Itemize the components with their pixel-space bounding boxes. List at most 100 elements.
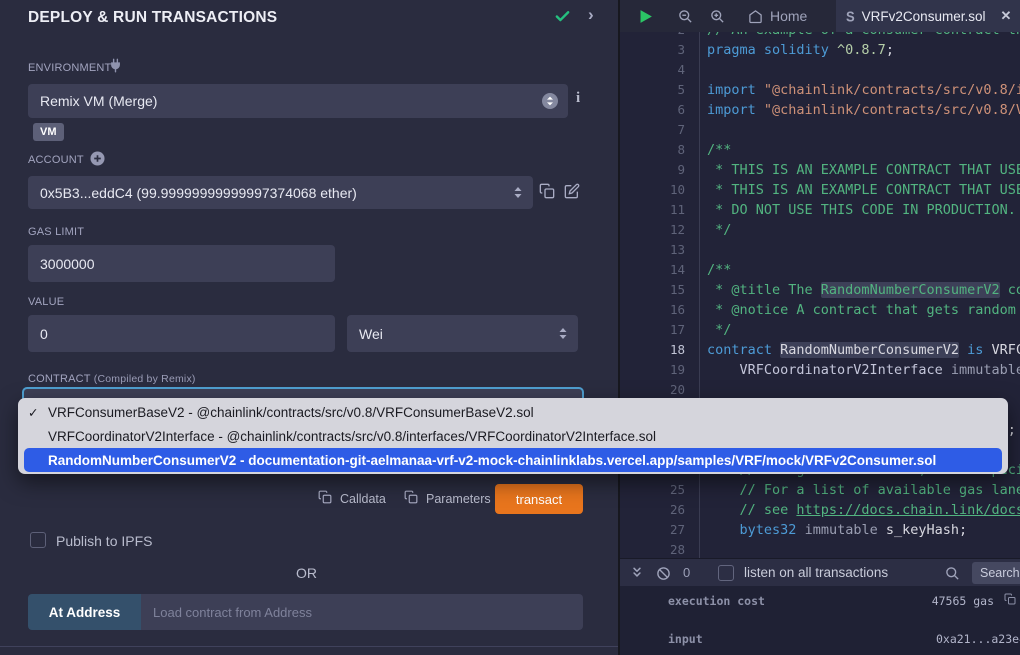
code-line[interactable]: 14/**: [620, 260, 1020, 280]
line-number: 18: [620, 340, 700, 360]
copy-calldata-icon[interactable]: [318, 490, 332, 504]
line-number: 26: [620, 500, 700, 520]
zoom-in-icon[interactable]: [710, 9, 725, 24]
code-line[interactable]: 17 */: [620, 320, 1020, 340]
line-number: 13: [620, 240, 700, 260]
parameters-label[interactable]: Parameters: [426, 492, 491, 506]
compile-success-check-icon: [554, 8, 571, 25]
at-address-button[interactable]: At Address: [28, 594, 141, 630]
zoom-out-icon[interactable]: [678, 9, 693, 24]
option-label: VRFConsumerBaseV2 - @chainlink/contracts…: [48, 405, 534, 420]
publish-ipfs-checkbox[interactable]: [30, 532, 46, 548]
option-label: VRFCoordinatorV2Interface - @chainlink/c…: [48, 429, 656, 444]
code-line[interactable]: 25 // For a list of available gas lanes …: [620, 480, 1020, 500]
code-line[interactable]: 10 * THIS IS AN EXAMPLE CONTRACT THAT US…: [620, 180, 1020, 200]
account-select[interactable]: 0x5B3...eddC4 (99.99999999999997374068 e…: [28, 176, 533, 209]
home-icon: [748, 9, 763, 24]
clear-console-icon[interactable]: [656, 566, 671, 581]
line-number: 8: [620, 140, 700, 160]
contract-dropdown-option[interactable]: ✓VRFConsumerBaseV2 - @chainlink/contract…: [18, 400, 1008, 424]
code-line[interactable]: 16 * @notice A contract that gets random…: [620, 300, 1020, 320]
solidity-file-icon: S: [846, 8, 855, 25]
value-label: VALUE: [28, 296, 64, 308]
code-line[interactable]: 6import "@chainlink/contracts/src/v0.8/V…: [620, 100, 1020, 120]
terminal-row-key: execution cost: [668, 594, 765, 608]
expand-terminal-icon[interactable]: [630, 566, 644, 580]
line-number: 3: [620, 40, 700, 60]
transaction-count: 0: [683, 565, 690, 580]
code-line[interactable]: 7: [620, 120, 1020, 140]
value-unit-select[interactable]: Wei: [347, 315, 578, 352]
copy-account-icon[interactable]: [539, 183, 555, 199]
copy-value-icon[interactable]: [1004, 593, 1016, 605]
code-editor[interactable]: 2// An example of a consumer contract th…: [620, 32, 1020, 558]
tab-vrfv2consumer[interactable]: S VRFv2Consumer.sol ✕: [836, 0, 1020, 32]
line-number: 5: [620, 80, 700, 100]
contract-dropdown-option[interactable]: VRFCoordinatorV2Interface - @chainlink/c…: [18, 424, 1008, 448]
panel-title: DEPLOY & RUN TRANSACTIONS: [28, 9, 277, 27]
code-line[interactable]: 13: [620, 240, 1020, 260]
code-line[interactable]: 3pragma solidity ^0.8.7;: [620, 40, 1020, 60]
at-address-input[interactable]: [141, 594, 583, 630]
line-number: 9: [620, 160, 700, 180]
tab-label: Home: [770, 8, 807, 24]
code-line[interactable]: 12 */: [620, 220, 1020, 240]
environment-info-icon[interactable]: i: [576, 90, 580, 107]
account-value: 0x5B3...eddC4 (99.99999999999997374068 e…: [40, 185, 357, 201]
edit-account-icon[interactable]: [564, 183, 580, 199]
code-line[interactable]: 28: [620, 540, 1020, 558]
line-number: 28: [620, 540, 700, 558]
code-line[interactable]: 2// An example of a consumer contract th…: [620, 32, 1020, 40]
add-account-icon[interactable]: [90, 151, 105, 166]
contract-dropdown-option[interactable]: RandomNumberConsumerV2 - documentation-g…: [24, 448, 1002, 472]
value-input[interactable]: [28, 315, 335, 352]
environment-value: Remix VM (Merge): [40, 93, 157, 109]
code-line[interactable]: 20: [620, 380, 1020, 400]
gas-limit-label: GAS LIMIT: [28, 226, 84, 238]
search-icon: [945, 566, 960, 581]
code-line[interactable]: 19 VRFCoordinatorV2Interface immutable C…: [620, 360, 1020, 380]
updown-arrows-icon: [558, 327, 568, 340]
line-number: 4: [620, 60, 700, 80]
panel-expand-icon[interactable]: ›: [588, 5, 594, 25]
code-line[interactable]: 11 * DO NOT USE THIS CODE IN PRODUCTION.: [620, 200, 1020, 220]
code-line[interactable]: 9 * THIS IS AN EXAMPLE CONTRACT THAT USE…: [620, 160, 1020, 180]
code-line[interactable]: 15 * @title The RandomNumberConsumerV2 c…: [620, 280, 1020, 300]
terminal-search-input[interactable]: [972, 562, 1020, 584]
close-tab-icon[interactable]: ✕: [1000, 8, 1011, 24]
value-unit: Wei: [359, 326, 383, 342]
calldata-label[interactable]: Calldata: [340, 492, 386, 506]
code-line[interactable]: 26 // see https://docs.chain.link/docs/v…: [620, 500, 1020, 520]
or-label: OR: [0, 565, 613, 581]
line-number: 2: [620, 32, 700, 40]
option-label: RandomNumberConsumerV2 - documentation-g…: [48, 453, 936, 468]
line-number: 15: [620, 280, 700, 300]
code-line[interactable]: 27 bytes32 immutable s_keyHash;: [620, 520, 1020, 540]
tab-home[interactable]: Home: [748, 0, 807, 32]
code-line[interactable]: 18contract RandomNumberConsumerV2 is VRF…: [620, 340, 1020, 360]
contract-dropdown: ✓VRFConsumerBaseV2 - @chainlink/contract…: [18, 398, 1008, 474]
line-number: 10: [620, 180, 700, 200]
gas-limit-input[interactable]: [28, 245, 335, 282]
code-line[interactable]: 4: [620, 60, 1020, 80]
vm-badge: VM: [33, 123, 64, 141]
line-number: 20: [620, 380, 700, 400]
listen-all-checkbox[interactable]: [718, 565, 734, 581]
panel-divider: [0, 646, 618, 647]
line-number: 19: [620, 360, 700, 380]
line-number: 25: [620, 480, 700, 500]
line-number: 11: [620, 200, 700, 220]
copy-parameters-icon[interactable]: [404, 490, 418, 504]
terminal-row-value: 0xa21...a23e4: [936, 632, 1020, 646]
code-line[interactable]: 5import "@chainlink/contracts/src/v0.8/i…: [620, 80, 1020, 100]
selected-check-icon: ✓: [28, 405, 48, 420]
remix-ide-screen: { "colors": { "accent_orange": "#e8751d"…: [0, 0, 1020, 655]
environment-select[interactable]: Remix VM (Merge): [28, 84, 568, 118]
transact-button[interactable]: transact: [495, 484, 583, 514]
tab-label: VRFv2Consumer.sol: [862, 9, 986, 24]
line-number: 6: [620, 100, 700, 120]
code-line[interactable]: 8/**: [620, 140, 1020, 160]
line-number: 7: [620, 120, 700, 140]
run-script-icon[interactable]: [637, 8, 654, 25]
line-number: 16: [620, 300, 700, 320]
